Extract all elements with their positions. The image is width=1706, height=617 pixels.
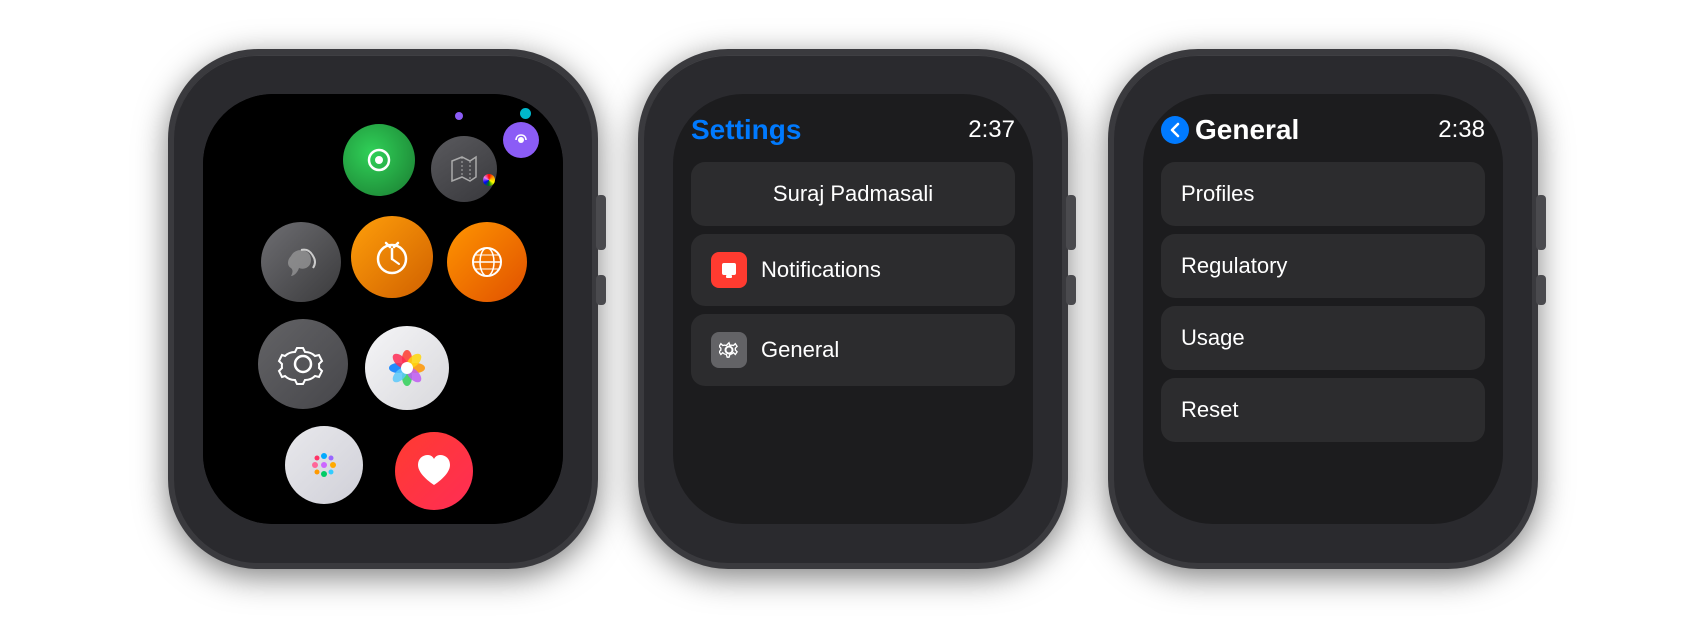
watch-2: Settings 2:37 Suraj Padmasali Notif <box>638 49 1068 569</box>
general-item-regulatory[interactable]: Regulatory <box>1161 234 1485 298</box>
general-screen: General 2:38 Profiles Regulatory Usage R… <box>1143 94 1503 524</box>
health-icon[interactable] <box>395 432 473 510</box>
general-title: General <box>1195 114 1299 146</box>
app-grid-container <box>203 94 563 524</box>
find-my-icon[interactable] <box>343 124 415 196</box>
regulatory-text: Regulatory <box>1181 253 1287 279</box>
general-icon <box>711 332 747 368</box>
status-indicator <box>520 108 531 119</box>
general-item-profiles[interactable]: Profiles <box>1161 162 1485 226</box>
general-text: General <box>761 337 839 363</box>
back-button[interactable]: General <box>1161 114 1299 146</box>
settings-item-general[interactable]: General <box>691 314 1015 386</box>
app-grid <box>203 94 563 524</box>
settings-icon[interactable] <box>258 319 348 409</box>
watch-3-screen: General 2:38 Profiles Regulatory Usage R… <box>1143 94 1503 524</box>
messages-icon[interactable] <box>261 222 341 302</box>
photos-icon[interactable] <box>365 326 449 410</box>
general-item-reset[interactable]: Reset <box>1161 378 1485 442</box>
settings-list: Suraj Padmasali Notifications <box>691 162 1015 386</box>
general-item-usage[interactable]: Usage <box>1161 306 1485 370</box>
settings-time: 2:37 <box>968 116 1015 144</box>
globe-icon[interactable] <box>447 222 527 302</box>
podcasts-icon[interactable] <box>503 122 539 158</box>
settings-header: Settings 2:37 <box>691 114 1015 146</box>
general-time: 2:38 <box>1438 116 1485 144</box>
watch-1 <box>168 49 598 569</box>
settings-item-notifications[interactable]: Notifications <box>691 234 1015 306</box>
podcast-dot <box>455 112 463 120</box>
rainbow-dot <box>483 174 495 186</box>
general-list: Profiles Regulatory Usage Reset <box>1161 162 1485 442</box>
profiles-text: Profiles <box>1181 181 1254 207</box>
notifications-text: Notifications <box>761 257 881 283</box>
watch-1-screen <box>203 94 563 524</box>
settings-item-profile[interactable]: Suraj Padmasali <box>691 162 1015 226</box>
usage-text: Usage <box>1181 325 1245 351</box>
watch-2-screen: Settings 2:37 Suraj Padmasali Notif <box>673 94 1033 524</box>
watch-3: General 2:38 Profiles Regulatory Usage R… <box>1108 49 1538 569</box>
notifications-icon <box>711 252 747 288</box>
back-chevron-icon <box>1161 116 1189 144</box>
reset-text: Reset <box>1181 397 1238 423</box>
clock-icon[interactable] <box>351 216 433 298</box>
watch-faces-icon[interactable] <box>285 426 363 504</box>
maps-icon[interactable] <box>431 136 497 202</box>
settings-title: Settings <box>691 114 801 146</box>
profile-name-text: Suraj Padmasali <box>773 181 933 207</box>
general-header: General 2:38 <box>1161 114 1485 146</box>
settings-screen: Settings 2:37 Suraj Padmasali Notif <box>673 94 1033 524</box>
